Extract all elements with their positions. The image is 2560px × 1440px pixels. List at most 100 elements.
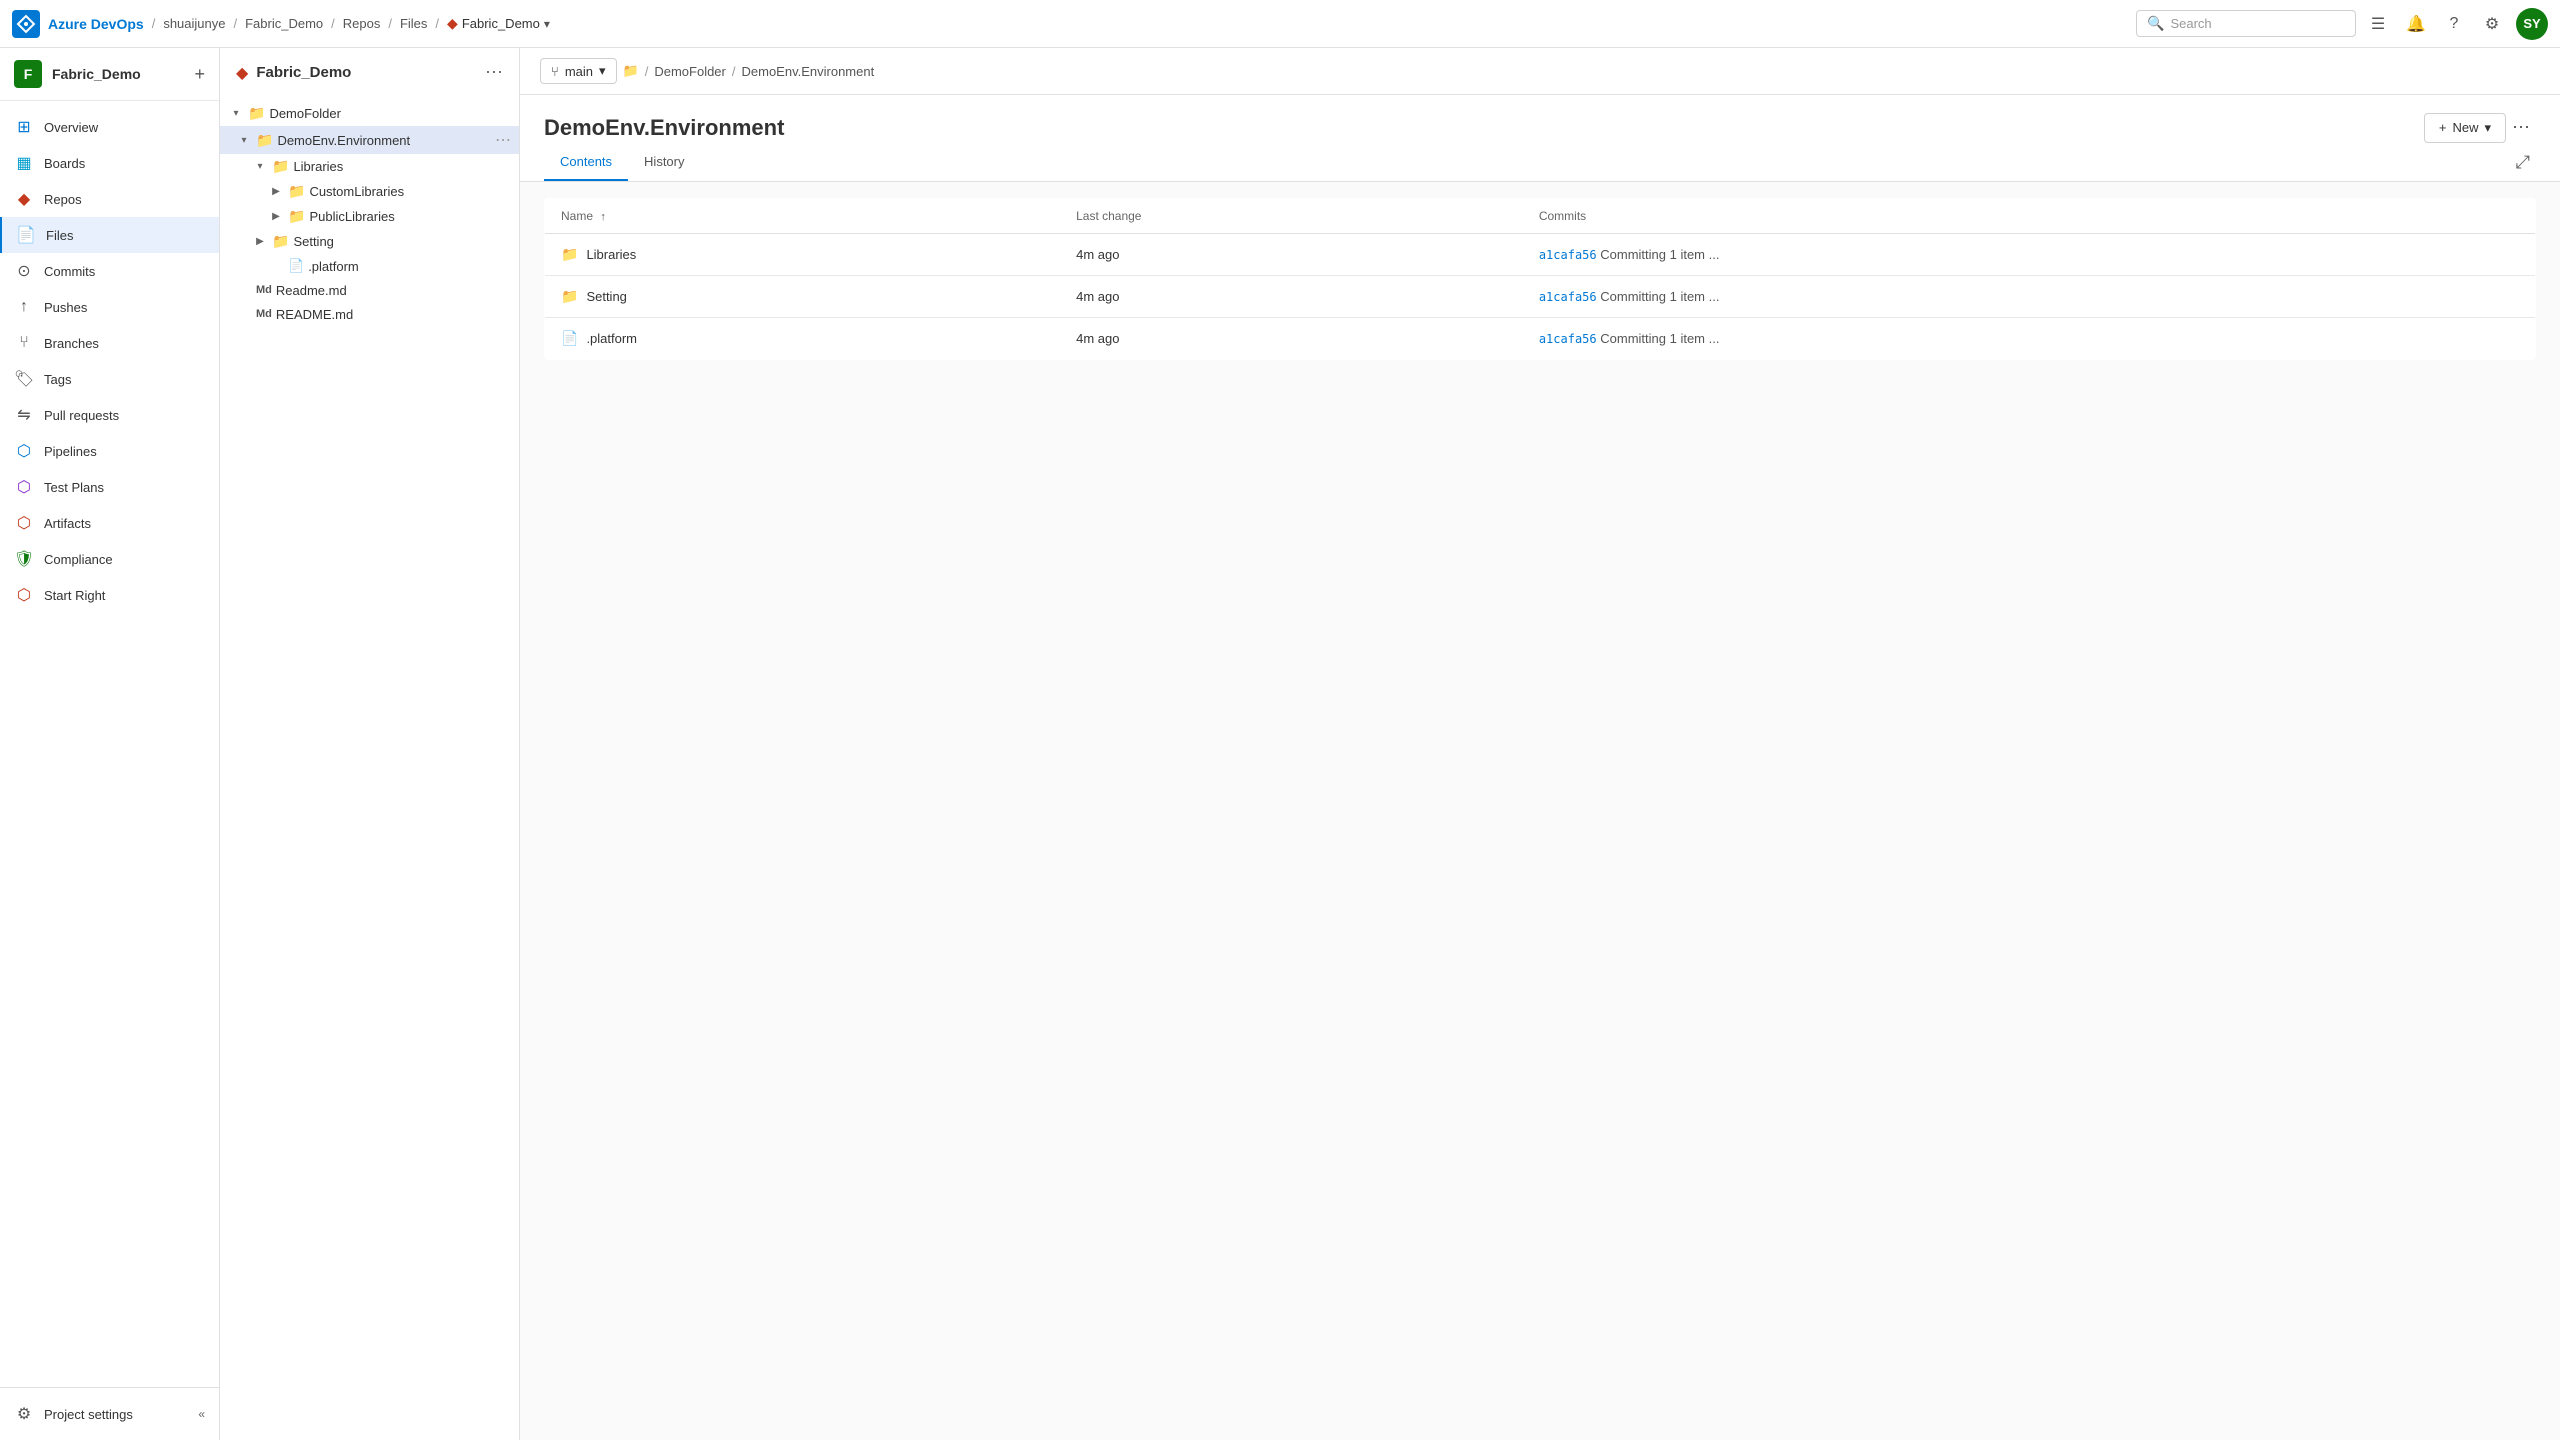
tree-item-setting[interactable]: ▶ 📁 Setting [220, 229, 519, 254]
md-icon-readmelower: Md [256, 284, 272, 296]
sidebar-item-tags[interactable]: 🏷 Tags [0, 361, 219, 397]
path-demofolder[interactable]: DemoFolder [654, 64, 726, 79]
tab-contents[interactable]: Contents [544, 144, 628, 181]
row-setting-name: 📁 Setting [545, 276, 1061, 318]
breadcrumb-fabricdemo-repo[interactable]: ◆ Fabric_Demo ▾ [447, 15, 550, 32]
commit-hash-setting[interactable]: a1cafa56 [1539, 290, 1597, 304]
breadcrumb-sep-4: / [388, 16, 392, 31]
col-name[interactable]: Name ↑ [545, 199, 1061, 234]
tree-expand-setting[interactable]: ▶ [252, 234, 268, 250]
tree-label-readmemd-upper: README.md [276, 307, 353, 322]
sidebar-item-pipelines[interactable]: ⬡ Pipelines [0, 433, 219, 469]
compliance-icon: 🛡 [14, 549, 34, 569]
breadcrumb-files[interactable]: Files [400, 16, 427, 31]
sidebar-item-overview[interactable]: ⊞ Overview [0, 109, 219, 145]
sidebar-label-branches: Branches [44, 336, 99, 351]
settings-icon: ⚙ [14, 1404, 34, 1424]
new-plus-icon: + [2439, 120, 2447, 135]
content-more-button[interactable]: ⋯ [2506, 111, 2536, 144]
search-box[interactable]: 🔍 [2136, 10, 2356, 37]
sidebar-item-settings[interactable]: ⚙ Project settings « [0, 1396, 219, 1432]
tree-expand-libraries[interactable]: ▾ [252, 159, 268, 175]
path-folder-icon: 📁 [623, 63, 639, 79]
tree-item-demofolder[interactable]: ▾ 📁 DemoFolder [220, 101, 519, 126]
tree-item-libraries[interactable]: ▾ 📁 Libraries [220, 154, 519, 179]
settings-list-icon[interactable]: ☰ [2364, 10, 2392, 38]
add-project-button[interactable]: + [194, 64, 205, 85]
tree-expand-publiclibraries[interactable]: ▶ [268, 209, 284, 225]
user-avatar[interactable]: SY [2516, 8, 2548, 40]
row-name-label: .platform [586, 331, 637, 346]
row-platform-lastchange: 4m ago [1060, 318, 1523, 360]
col-lastchange: Last change [1060, 199, 1523, 234]
sidebar-label-pipelines: Pipelines [44, 444, 97, 459]
notification-icon[interactable]: 🔔 [2402, 10, 2430, 38]
new-chevron-icon: ▾ [2484, 120, 2491, 136]
tree-item-customlibraries[interactable]: ▶ 📁 CustomLibraries [220, 179, 519, 204]
startright-icon: ⬡ [14, 585, 34, 605]
sidebar-label-startright: Start Right [44, 588, 105, 603]
sidebar-item-branches[interactable]: ⑂ Branches [0, 325, 219, 361]
sidebar-item-boards[interactable]: ▦ Boards [0, 145, 219, 181]
search-input[interactable] [2170, 16, 2345, 31]
expand-icon[interactable]: ⤢ [2510, 146, 2536, 179]
tree-item-platform[interactable]: 📄 .platform [220, 254, 519, 278]
folder-icon: 📁 [248, 105, 265, 122]
sidebar-item-testplans[interactable]: ⬡ Test Plans [0, 469, 219, 505]
tab-history[interactable]: History [628, 144, 700, 181]
sidebar-label-repos: Repos [44, 192, 82, 207]
brand-name[interactable]: Azure DevOps [48, 16, 144, 32]
pullrequests-icon: ⇋ [14, 405, 34, 425]
user-settings-icon[interactable]: ⚙ [2478, 10, 2506, 38]
sidebar-item-pushes[interactable]: ↑ Pushes [0, 289, 219, 325]
breadcrumb-fabricdemo-active[interactable]: Fabric_Demo [462, 16, 540, 31]
tree-label-publiclibraries: PublicLibraries [309, 209, 394, 224]
commit-msg-platform: Committing 1 item ... [1600, 331, 1719, 346]
help-icon[interactable]: ? [2440, 10, 2468, 38]
tree-more-button[interactable]: ⋯ [485, 62, 503, 83]
content-title: DemoEnv.Environment [544, 115, 2424, 141]
sidebar-item-artifacts[interactable]: ⬡ Artifacts [0, 505, 219, 541]
breadcrumb-path: 📁 / DemoFolder / DemoEnv.Environment [623, 63, 875, 79]
folder-icon-libraries: 📁 [272, 158, 289, 175]
commit-hash-platform[interactable]: a1cafa56 [1539, 332, 1597, 346]
new-button[interactable]: + New ▾ [2424, 113, 2506, 143]
sidebar-label-pushes: Pushes [44, 300, 87, 315]
tree-expand-demoenv[interactable]: ▾ [236, 132, 252, 148]
branch-selector[interactable]: ⑂ main ▾ [540, 58, 617, 84]
tree-item-readmemd-upper[interactable]: Md README.md [220, 302, 519, 326]
tree-expand-demofolder[interactable]: ▾ [228, 106, 244, 122]
sidebar-item-repos[interactable]: ◆ Repos [0, 181, 219, 217]
folder-icon-publiclibraries: 📁 [288, 208, 305, 225]
sidebar-item-pullrequests[interactable]: ⇋ Pull requests [0, 397, 219, 433]
sidebar-label-testplans: Test Plans [44, 480, 104, 495]
tree-item-demoenv[interactable]: ▾ 📁 DemoEnv.Environment ⋯ [220, 126, 519, 154]
files-icon: 📄 [16, 225, 36, 245]
sidebar-collapse-icon[interactable]: « [198, 1407, 205, 1421]
sidebar-nav: ⊞ Overview ▦ Boards ◆ Repos 📄 Files ⊙ Co… [0, 101, 219, 1387]
sidebar-item-startright[interactable]: ⬡ Start Right [0, 577, 219, 613]
tree-item-readmemd-lower[interactable]: Md Readme.md [220, 278, 519, 302]
sidebar-item-files[interactable]: 📄 Files [0, 217, 219, 253]
breadcrumb-shuaijunye[interactable]: shuaijunye [163, 16, 225, 31]
table-row[interactable]: 📁 Setting 4m ago a1cafa56 Committing 1 i… [545, 276, 2536, 318]
sidebar-item-commits[interactable]: ⊙ Commits [0, 253, 219, 289]
path-demoenv[interactable]: DemoEnv.Environment [742, 64, 875, 79]
table-row[interactable]: 📁 Libraries 4m ago a1cafa56 Committing 1… [545, 234, 2536, 276]
branch-name: main [565, 64, 593, 79]
content-header: DemoEnv.Environment + New ▾ ⋯ [520, 95, 2560, 144]
table-row[interactable]: 📄 .platform 4m ago a1cafa56 Committing 1… [545, 318, 2536, 360]
col-commits: Commits [1523, 199, 2536, 234]
commit-hash-libraries[interactable]: a1cafa56 [1539, 248, 1597, 262]
repo-diamond-icon: ◆ [236, 63, 248, 83]
file-tree-header: ◆ Fabric_Demo ⋯ [220, 48, 519, 97]
sidebar-item-compliance[interactable]: 🛡 Compliance [0, 541, 219, 577]
breadcrumb-repos[interactable]: Repos [343, 16, 381, 31]
branch-git-icon: ⑂ [551, 64, 559, 79]
tree-label-libraries: Libraries [293, 159, 343, 174]
tree-more-demoenv[interactable]: ⋯ [495, 130, 511, 150]
breadcrumb-fabricdemo[interactable]: Fabric_Demo [245, 16, 323, 31]
breadcrumb-sep-2: / [233, 16, 237, 31]
tree-item-publiclibraries[interactable]: ▶ 📁 PublicLibraries [220, 204, 519, 229]
tree-expand-customlibraries[interactable]: ▶ [268, 184, 284, 200]
